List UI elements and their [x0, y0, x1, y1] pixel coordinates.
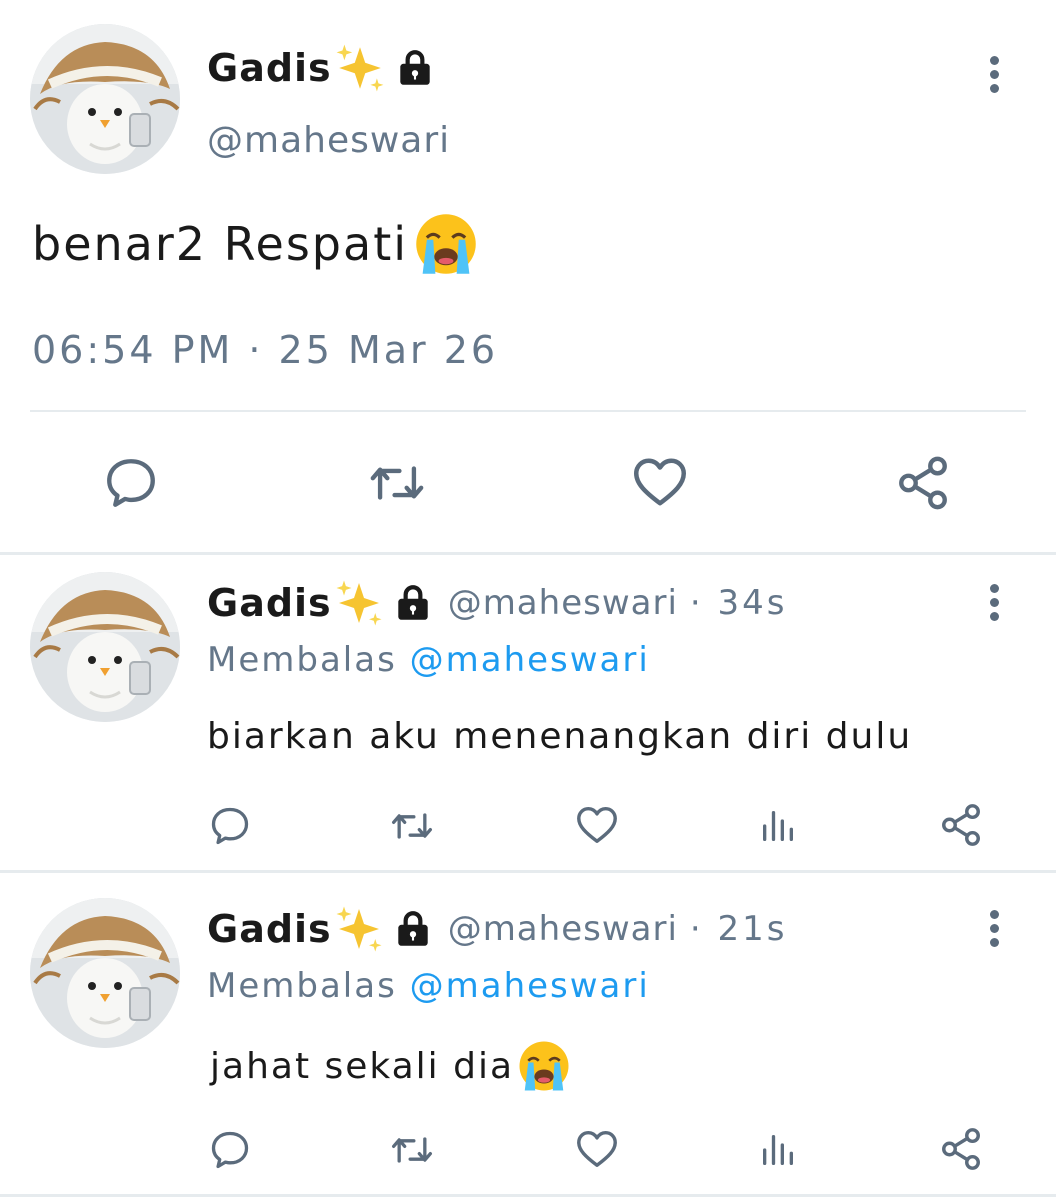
share-icon[interactable]: [938, 1126, 984, 1172]
replying-label: Membalas: [207, 966, 397, 1006]
section-divider: [0, 870, 1056, 873]
handle[interactable]: @maheswari: [448, 583, 678, 623]
reply-icon[interactable]: [208, 1128, 252, 1172]
avatar[interactable]: [30, 572, 180, 722]
section-divider: [0, 552, 1056, 555]
like-icon[interactable]: [574, 1126, 620, 1172]
like-icon[interactable]: [630, 452, 690, 512]
more-options-icon[interactable]: [989, 56, 999, 98]
display-name[interactable]: Gadis: [207, 46, 332, 90]
section-divider: [0, 1194, 1056, 1197]
reply-text: jahat sekali dia: [210, 1045, 515, 1087]
crying-face-icon: [516, 1038, 572, 1094]
lock-icon: [394, 47, 436, 89]
lock-icon: [392, 582, 434, 624]
avatar[interactable]: [30, 898, 180, 1048]
retweet-icon[interactable]: [388, 1128, 436, 1172]
views-icon[interactable]: [758, 806, 798, 846]
tweet-age: · 21s: [689, 909, 788, 949]
reply-icon[interactable]: [208, 804, 252, 848]
more-options-icon[interactable]: [989, 584, 999, 626]
post-divider: [30, 410, 1026, 412]
lock-icon: [392, 908, 434, 950]
more-options-icon[interactable]: [989, 910, 999, 952]
replying-handle-link[interactable]: @maheswari: [410, 966, 650, 1006]
share-icon[interactable]: [938, 802, 984, 848]
tweet-age: · 34s: [689, 583, 788, 623]
share-icon[interactable]: [894, 454, 952, 512]
replying-label: Membalas: [207, 640, 397, 680]
sparkles-icon: [334, 578, 384, 628]
replying-to: Membalas @maheswari: [207, 640, 650, 680]
handle[interactable]: @maheswari: [207, 120, 450, 161]
retweet-icon[interactable]: [388, 804, 436, 848]
handle[interactable]: @maheswari: [448, 909, 678, 949]
views-icon[interactable]: [758, 1130, 798, 1170]
post-timestamp: 06:54 PM · 25 Mar 26: [32, 328, 499, 372]
display-name[interactable]: Gadis: [207, 907, 332, 951]
post-text: benar2 Respati: [32, 217, 409, 271]
retweet-icon[interactable]: [366, 454, 428, 512]
sparkles-icon: [334, 42, 386, 94]
sparkles-icon: [334, 904, 384, 954]
avatar[interactable]: [30, 24, 180, 174]
reply-text: biarkan aku menenangkan diri dulu: [207, 716, 913, 757]
like-icon[interactable]: [574, 802, 620, 848]
replying-to: Membalas @maheswari: [207, 966, 650, 1006]
crying-face-icon: [412, 210, 480, 278]
replying-handle-link[interactable]: @maheswari: [410, 640, 650, 680]
reply-icon[interactable]: [102, 454, 160, 512]
display-name[interactable]: Gadis: [207, 581, 332, 625]
